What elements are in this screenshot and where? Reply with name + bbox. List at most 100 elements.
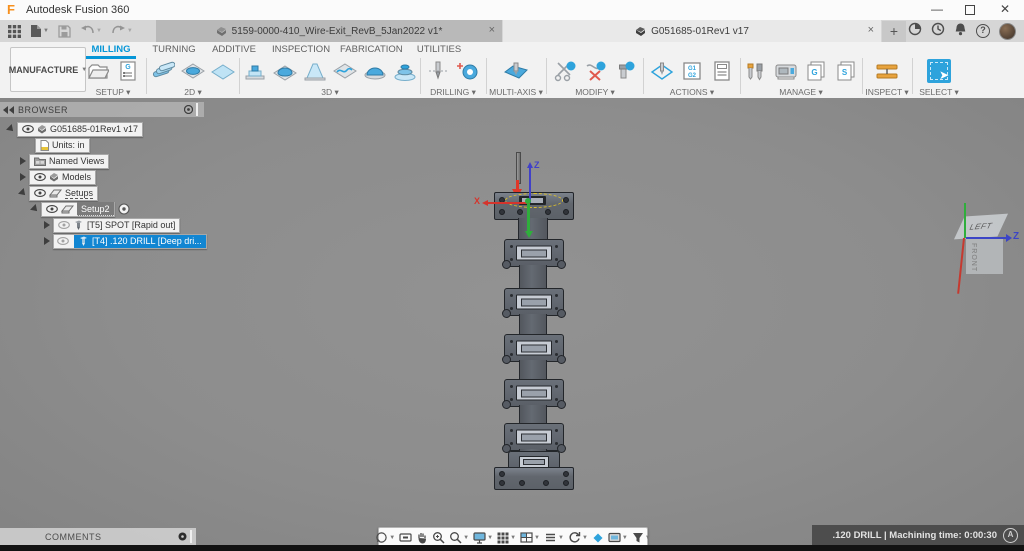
ribbon-tab-utilities[interactable]: UTILITIES (414, 44, 464, 55)
select-icon[interactable]: ➤ (926, 58, 952, 84)
panel-resize-handle[interactable] (196, 103, 198, 116)
browser-row-named-views[interactable]: Named Views (0, 153, 204, 169)
3d-adaptive-icon[interactable] (242, 58, 268, 84)
extensions-icon[interactable] (908, 22, 922, 41)
browser-row-operation-t4-selected[interactable]: [T4] .120 DRILL [Deep dri... (0, 233, 204, 249)
browser-row-setups[interactable]: Setups (0, 185, 204, 201)
close-button[interactable]: ✕ (990, 0, 1020, 20)
group-label-actions[interactable]: ACTIONS ▾ (646, 87, 738, 98)
viewports-icon[interactable]: ▼ (520, 532, 540, 543)
viewport-canvas[interactable]: BROWSER G051685-01Rev1 v17 (0, 98, 1024, 545)
visibility-eye-icon[interactable] (57, 237, 69, 245)
new-tab-button[interactable]: + (882, 21, 906, 42)
expanded-arrow-icon[interactable] (6, 124, 16, 134)
visibility-eye-icon[interactable] (46, 205, 58, 213)
measure-icon[interactable] (874, 58, 900, 84)
new-setup-icon[interactable] (85, 58, 111, 84)
collapsed-arrow-icon[interactable] (20, 173, 26, 181)
browser-row-operation-t5[interactable]: [T5] SPOT [Rapid out] (0, 217, 204, 233)
user-avatar[interactable] (999, 23, 1016, 40)
setup-sheet-icon[interactable] (709, 58, 735, 84)
tool-library-icon[interactable] (743, 58, 769, 84)
trim-toolpath-icon[interactable] (552, 58, 578, 84)
setup-activate-icon[interactable] (118, 203, 130, 215)
fit-icon[interactable]: ▼ (449, 531, 469, 544)
pan-icon[interactable] (416, 532, 428, 544)
group-label-drilling[interactable]: DRILLING ▾ (422, 87, 484, 98)
hole-recognition-icon[interactable] (455, 58, 481, 84)
maximize-button[interactable] (955, 0, 985, 20)
file-icon[interactable]: ▼ (30, 24, 49, 38)
comments-expand-icon[interactable] (178, 532, 187, 541)
group-label-modify[interactable]: MODIFY ▾ (549, 87, 641, 98)
regenerate-icon[interactable]: ▼ (568, 531, 588, 544)
status-badge-icon[interactable]: A (1003, 528, 1018, 543)
passes-icon[interactable]: ▼ (544, 532, 564, 543)
notifications-icon[interactable] (954, 22, 967, 41)
view-cube-front-face[interactable]: FRONT (966, 237, 1003, 274)
view-cube-top-face[interactable]: LEFT (954, 214, 1008, 240)
minimize-button[interactable]: — (922, 0, 952, 20)
wcs-origin-point[interactable] (525, 198, 531, 204)
collapsed-arrow-icon[interactable] (44, 221, 50, 229)
rapid-diamond-icon[interactable] (592, 532, 604, 544)
group-label-select[interactable]: SELECT ▾ (914, 87, 964, 98)
steep-and-shallow-icon[interactable] (302, 58, 328, 84)
group-label-3d[interactable]: 3D ▾ (242, 87, 418, 98)
swarf-icon[interactable] (503, 58, 529, 84)
document-tab-active[interactable]: G051685-01Rev1 v17 × (503, 20, 881, 42)
face-icon[interactable] (210, 58, 236, 84)
undo-icon[interactable]: ▼ (80, 25, 102, 37)
collapse-panel-icon[interactable] (3, 106, 15, 114)
templates-library-icon[interactable]: S (833, 58, 859, 84)
spiral-ramp-icon[interactable] (392, 58, 418, 84)
close-tab-icon[interactable]: × (489, 24, 495, 37)
create-nc-program-icon[interactable]: G (115, 58, 141, 84)
group-label-2d[interactable]: 2D ▾ (149, 87, 237, 98)
browser-row-document[interactable]: G051685-01Rev1 v17 (0, 121, 204, 137)
3d-pocket-icon[interactable] (272, 58, 298, 84)
orbit-icon[interactable]: ▼ (375, 531, 395, 544)
help-icon[interactable]: ? (976, 24, 990, 38)
machine-display-icon[interactable]: ▼ (608, 532, 628, 543)
post-process-icon[interactable]: G1G2 (679, 58, 705, 84)
2d-pocket-icon[interactable] (180, 58, 206, 84)
ribbon-tab-fabrication[interactable]: FABRICATION (340, 44, 402, 55)
comments-bar[interactable]: COMMENTS (0, 528, 196, 545)
grid-snaps-icon[interactable]: ▼ (497, 532, 516, 544)
fixture-avoidance-icon[interactable] (612, 58, 638, 84)
save-icon[interactable] (58, 25, 71, 38)
visibility-filter-icon[interactable]: ▼ (632, 532, 651, 544)
job-status-icon[interactable] (931, 22, 945, 41)
browser-row-setup2[interactable]: Setup2 (0, 201, 204, 217)
look-at-icon[interactable] (399, 532, 412, 543)
zoom-icon[interactable] (432, 531, 445, 544)
parallel-icon[interactable] (332, 58, 358, 84)
close-tab-icon[interactable]: × (868, 24, 874, 37)
expanded-arrow-icon[interactable] (30, 204, 40, 214)
machine-library-icon[interactable] (773, 58, 799, 84)
data-panel-grid-icon[interactable] (8, 25, 21, 38)
redo-icon[interactable]: ▼ (111, 25, 133, 37)
collapsed-arrow-icon[interactable] (44, 237, 50, 245)
visibility-eye-icon[interactable] (22, 125, 34, 133)
collapsed-arrow-icon[interactable] (20, 157, 26, 165)
scallop-icon[interactable] (362, 58, 388, 84)
drill-icon[interactable] (425, 58, 451, 84)
expanded-arrow-icon[interactable] (18, 188, 28, 198)
workspace-switcher[interactable]: MANUFACTURE▼ (10, 47, 86, 92)
comments-resize-handle[interactable] (190, 530, 192, 543)
visibility-eye-icon[interactable] (58, 221, 70, 229)
group-label-inspect[interactable]: INSPECT ▾ (863, 87, 911, 98)
group-label-setup[interactable]: SETUP ▾ (82, 87, 144, 98)
delete-passes-icon[interactable] (582, 58, 608, 84)
2d-adaptive-icon[interactable] (150, 58, 176, 84)
group-label-multiaxis[interactable]: MULTI-AXIS ▾ (488, 87, 544, 98)
ribbon-tab-inspection[interactable]: INSPECTION (272, 44, 328, 55)
post-library-icon[interactable]: G (803, 58, 829, 84)
ribbon-tab-turning[interactable]: TURNING (150, 44, 198, 55)
browser-row-units[interactable]: Units: in (0, 137, 204, 153)
browser-row-models[interactable]: Models (0, 169, 204, 185)
visibility-eye-icon[interactable] (34, 173, 46, 181)
document-tab-inactive[interactable]: 5159-0000-410_Wire-Exit_RevB_5Jan2022 v1… (156, 20, 502, 42)
